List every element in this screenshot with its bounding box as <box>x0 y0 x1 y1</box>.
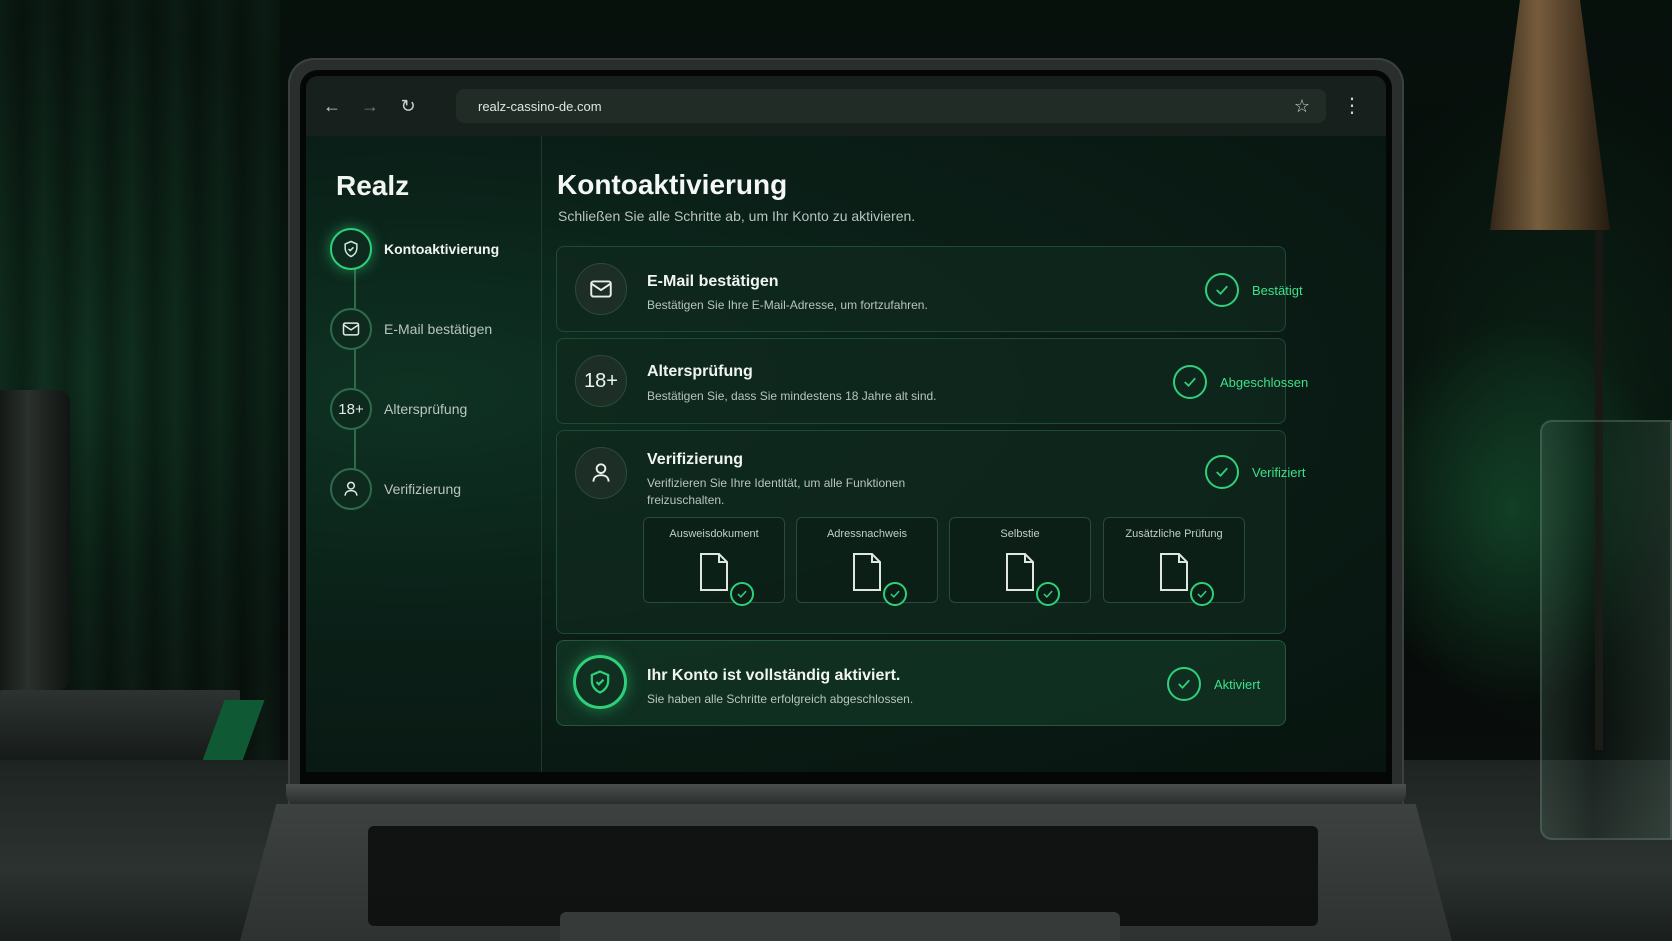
brand-logo[interactable]: Realz <box>336 170 409 202</box>
forward-arrow-icon[interactable]: → <box>358 94 382 118</box>
laptop-trackpad <box>560 912 1120 941</box>
laptop-screen: ← → ↻ realz-cassino-de.com ☆ ⋮ Realz Kon… <box>306 76 1386 772</box>
mail-icon <box>575 263 627 315</box>
document-tile-zusatz[interactable]: Zusätzliche Prüfung <box>1103 517 1245 606</box>
card-title: Ihr Konto ist vollständig aktiviert. <box>647 667 901 684</box>
status-badge: Bestätigt <box>1205 273 1303 307</box>
background-glass <box>1540 420 1672 840</box>
document-icon <box>853 553 881 591</box>
user-icon <box>330 468 372 510</box>
document-tile-adresse[interactable]: Adressnachweis <box>796 517 938 606</box>
status-badge: Abgeschlossen <box>1173 365 1308 399</box>
reload-icon[interactable]: ↻ <box>396 94 420 118</box>
background-cup <box>0 390 70 690</box>
email-card[interactable]: E-Mail bestätigen Bestätigen Sie Ihre E-… <box>556 246 1303 332</box>
sidebar-step-verifizierung[interactable]: Verifizierung <box>330 468 461 510</box>
document-tile-ausweis[interactable]: Ausweisdokument <box>643 517 785 606</box>
sidebar-step-label: Altersprüfung <box>384 401 468 417</box>
card-title: Verifizierung <box>647 451 744 468</box>
user-icon <box>575 447 627 499</box>
card-description: Sie haben alle Schritte erfolgreich abge… <box>647 692 914 706</box>
address-bar[interactable]: realz-cassino-de.com ☆ <box>456 89 1326 123</box>
sidebar-step-label: Kontoaktivierung <box>384 241 500 257</box>
card-description-line1: Verifizieren Sie Ihre Identität, um alle… <box>647 476 906 490</box>
sidebar-step-label: E-Mail bestätigen <box>384 321 493 337</box>
document-label: Zusätzliche Prüfung <box>1125 528 1223 540</box>
check-icon <box>1205 455 1239 489</box>
mail-icon <box>330 308 372 350</box>
status-badge: Aktiviert <box>1167 667 1260 701</box>
sidebar: Realz Kontoaktivierung E-Mail bestätigen… <box>306 136 542 772</box>
url-text: realz-cassino-de.com <box>478 98 602 114</box>
browser-menu-icon[interactable]: ⋮ <box>1342 93 1362 118</box>
card-title: Altersprüfung <box>647 363 753 380</box>
document-icon <box>1160 553 1188 591</box>
page-subtitle: Schließen Sie alle Schritte ab, um Ihr K… <box>558 208 916 224</box>
status-label: Bestätigt <box>1252 282 1303 298</box>
shield-icon <box>330 228 372 270</box>
check-icon <box>1167 667 1201 701</box>
shield-icon <box>573 655 627 709</box>
card-description-line2: freizuschalten. <box>647 493 725 507</box>
card-title: E-Mail bestätigen <box>647 273 779 290</box>
check-icon <box>1173 365 1207 399</box>
laptop-keyboard <box>368 826 1318 926</box>
check-icon <box>883 582 907 606</box>
main-panel: Kontoaktivierung Schließen Sie alle Schr… <box>556 136 1386 772</box>
age-18-icon: 18+ <box>575 355 627 407</box>
document-icon <box>1006 553 1034 591</box>
sidebar-step-label: Verifizierung <box>384 481 462 497</box>
bookmark-star-icon[interactable]: ☆ <box>1294 96 1310 117</box>
check-icon <box>1190 582 1214 606</box>
sidebar-step-email[interactable]: E-Mail bestätigen <box>330 308 492 350</box>
document-label: Adressnachweis <box>826 528 908 540</box>
card-description: Bestätigen Sie Ihre E-Mail-Adresse, um f… <box>647 298 928 312</box>
back-arrow-icon[interactable]: ← <box>320 94 344 118</box>
background-book <box>0 690 240 760</box>
browser-toolbar: ← → ↻ realz-cassino-de.com ☆ ⋮ <box>306 76 1386 136</box>
status-label: Verifiziert <box>1252 464 1306 480</box>
status-label: Aktiviert <box>1214 676 1261 692</box>
verification-card[interactable]: Verifizierung Verifizieren Sie Ihre Iden… <box>556 430 1305 634</box>
check-icon <box>1205 273 1239 307</box>
sidebar-step-altersprufung[interactable]: 18+ Altersprüfung <box>330 388 467 430</box>
sidebar-step-kontoaktivierung[interactable]: Kontoaktivierung <box>330 228 499 270</box>
age-18-text: 18+ <box>584 369 618 392</box>
check-icon <box>1036 582 1060 606</box>
check-icon <box>730 582 754 606</box>
app-content: Realz Kontoaktivierung E-Mail bestätigen… <box>306 136 1386 772</box>
age-18-text: 18+ <box>338 400 364 418</box>
document-label: Ausweisdokument <box>669 528 759 540</box>
activated-card: Ihr Konto ist vollständig aktiviert. Sie… <box>556 640 1286 726</box>
age-card[interactable]: 18+ Altersprüfung Bestätigen Sie, dass S… <box>556 338 1308 424</box>
status-badge: Verifiziert <box>1205 455 1305 489</box>
document-label: Selbstie <box>1000 528 1040 540</box>
card-description: Bestätigen Sie, dass Sie mindestens 18 J… <box>647 389 937 403</box>
page-title: Kontoaktivierung <box>557 169 788 200</box>
age-18-icon: 18+ <box>330 388 372 430</box>
document-icon <box>700 553 728 591</box>
laptop-hinge <box>286 784 1406 804</box>
status-label: Abgeschlossen <box>1220 374 1309 390</box>
document-tile-selfie[interactable]: Selbstie <box>949 517 1091 606</box>
